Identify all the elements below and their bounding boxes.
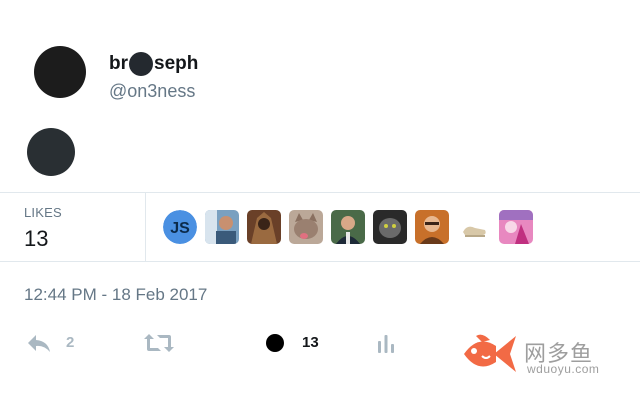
analytics-icon <box>378 335 394 353</box>
liker-avatar-js[interactable]: JS <box>163 210 197 244</box>
liker-avatar-4[interactable] <box>289 210 323 244</box>
liker-avatar-7[interactable] <box>415 210 449 244</box>
likes-label[interactable]: LIKES <box>24 205 62 220</box>
author-name-prefix: br <box>109 53 128 74</box>
person-photo-icon <box>331 210 365 244</box>
analytics-button[interactable] <box>376 330 396 356</box>
art-photo-icon <box>499 210 533 244</box>
author-name[interactable]: br seph <box>109 52 198 76</box>
stats-divider <box>145 193 146 261</box>
person-photo-icon <box>415 210 449 244</box>
person-photo-icon <box>205 210 239 244</box>
circle-emoji-icon <box>129 52 153 76</box>
liker-avatar-8[interactable] <box>457 210 491 244</box>
shoe-photo-icon <box>457 210 491 244</box>
author-name-suffix: seph <box>154 53 199 74</box>
author-avatar[interactable] <box>34 46 86 98</box>
like-button[interactable] <box>266 334 284 352</box>
reply-button[interactable] <box>26 330 52 356</box>
author-handle[interactable]: @on3ness <box>109 81 195 102</box>
cat-photo-icon <box>373 210 407 244</box>
reply-icon <box>28 335 50 352</box>
fish-logo-icon <box>460 330 518 383</box>
person-photo-icon <box>247 210 281 244</box>
likes-count[interactable]: 13 <box>24 226 48 252</box>
liker-avatar-5[interactable] <box>331 210 365 244</box>
liker-avatar-6[interactable] <box>373 210 407 244</box>
tweet-timestamp[interactable]: 12:44 PM - 18 Feb 2017 <box>24 285 207 305</box>
js-avatar-icon: JS <box>163 210 197 244</box>
reply-count: 2 <box>66 334 75 351</box>
liker-avatar-3[interactable] <box>247 210 281 244</box>
retweet-icon <box>144 334 174 352</box>
liker-avatar-9[interactable] <box>499 210 533 244</box>
liker-avatar-2[interactable] <box>205 210 239 244</box>
like-count: 13 <box>302 334 319 351</box>
tweet-emoji-icon <box>27 128 75 176</box>
svg-text:JS: JS <box>170 220 190 237</box>
cat-photo-icon <box>289 210 323 244</box>
watermark-url: wduoyu.com <box>527 362 600 376</box>
retweet-button[interactable] <box>143 330 175 356</box>
